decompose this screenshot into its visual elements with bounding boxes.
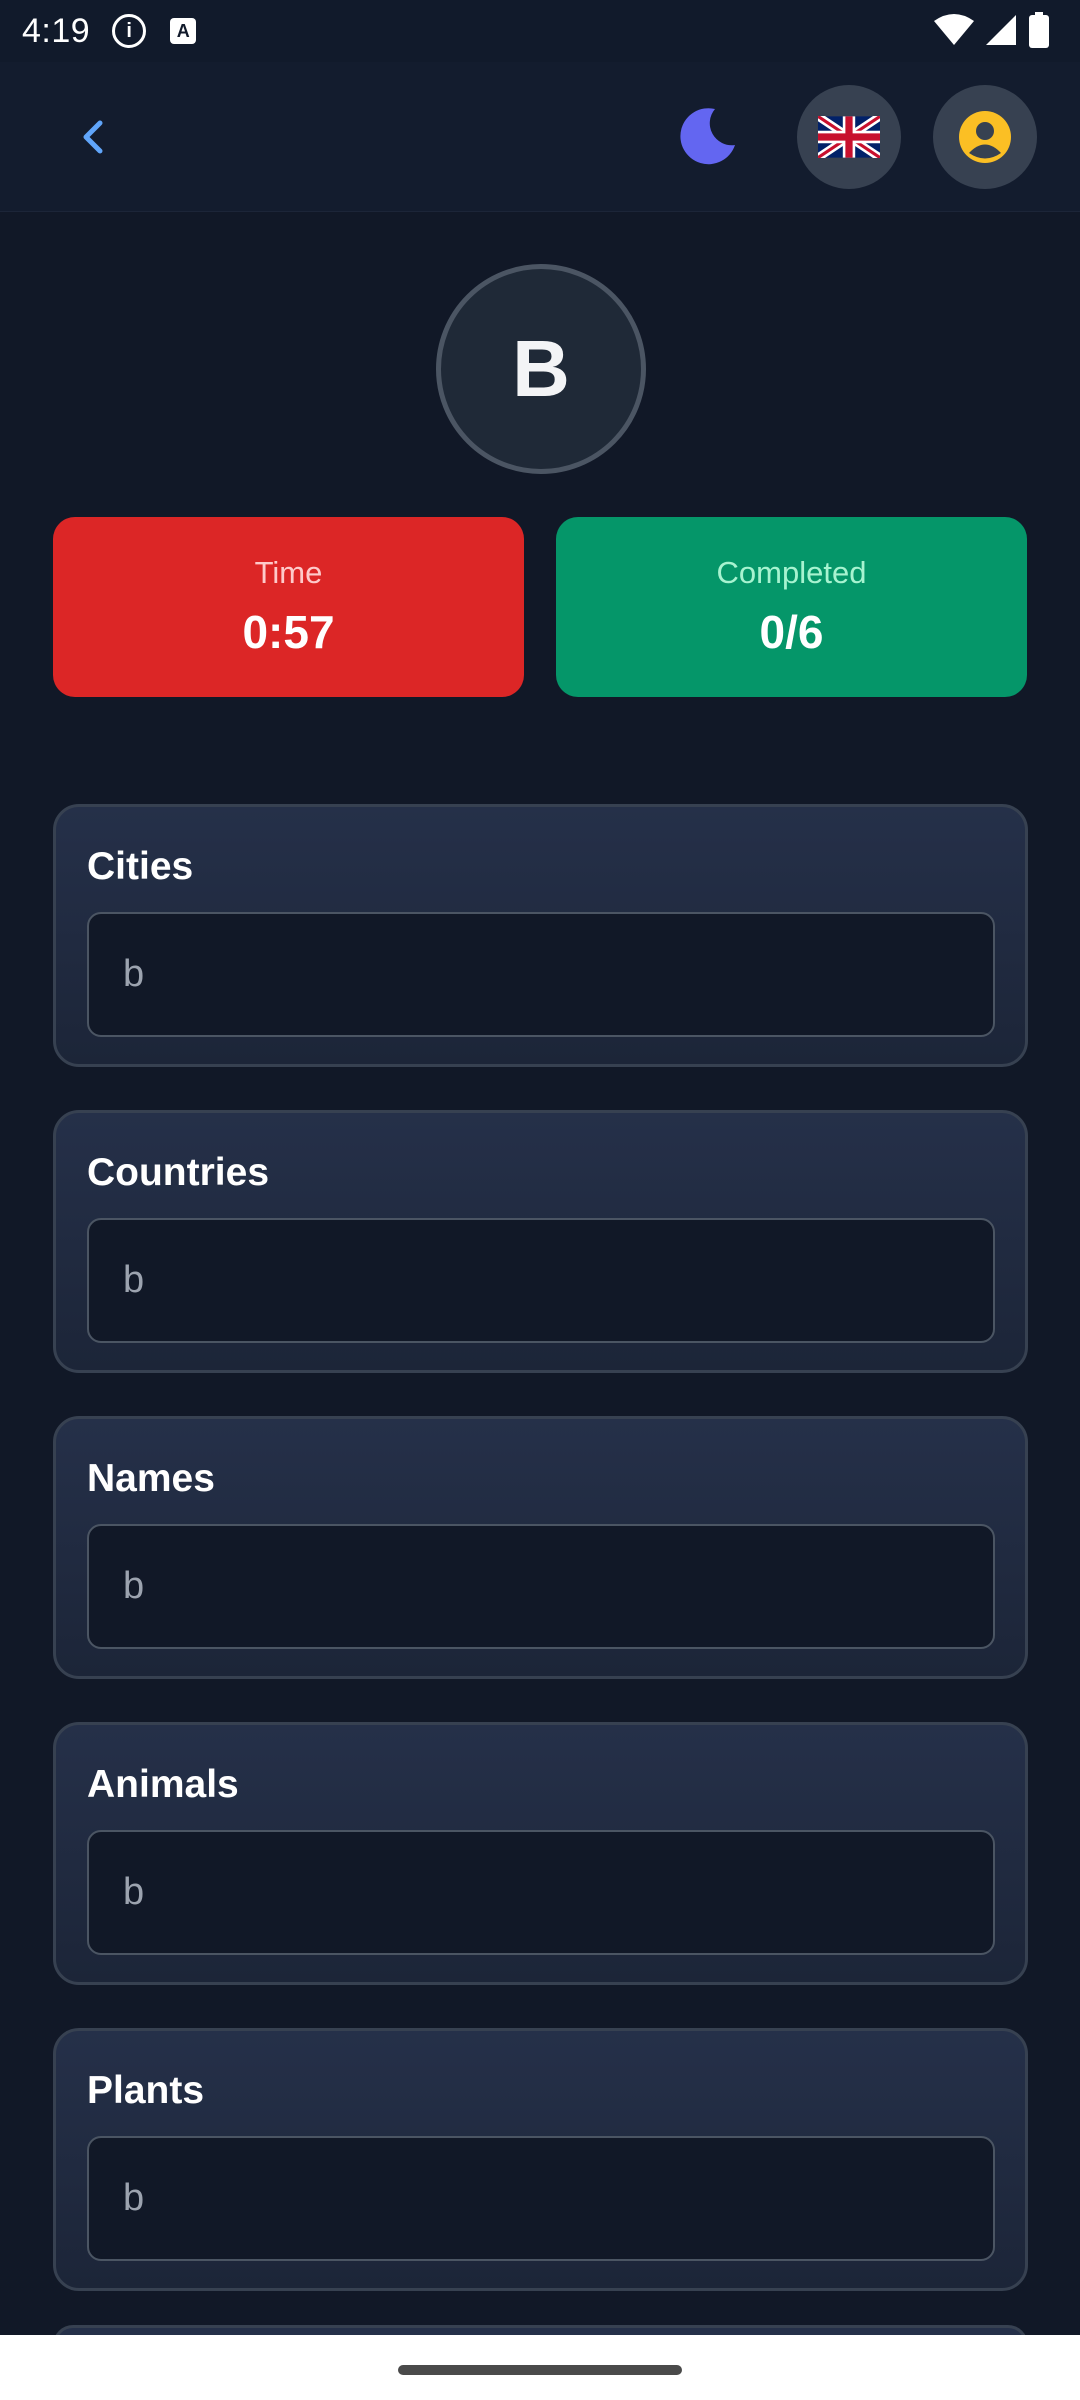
back-button[interactable] bbox=[70, 114, 116, 160]
category-title: Cities bbox=[87, 845, 194, 888]
language-button[interactable] bbox=[797, 85, 901, 189]
chevron-left-icon bbox=[83, 120, 103, 154]
moon-icon bbox=[680, 108, 735, 165]
gesture-handle[interactable] bbox=[398, 2365, 682, 2375]
category-card-plants: Plants bbox=[53, 2028, 1028, 2291]
navigation-bar bbox=[0, 2335, 1080, 2400]
cities-input[interactable] bbox=[87, 912, 995, 1037]
category-card-names: Names bbox=[53, 1416, 1028, 1679]
screen: 4:19 i A B Time 0:57 Completed 0/6 Citie… bbox=[0, 0, 1080, 2400]
category-card-cities: Cities bbox=[53, 804, 1028, 1067]
app-header bbox=[0, 62, 1080, 212]
completed-label: Completed bbox=[716, 555, 867, 590]
signal-icon bbox=[986, 15, 1016, 45]
category-title: Names bbox=[87, 1457, 215, 1500]
category-title: Plants bbox=[87, 2069, 205, 2112]
profile-button[interactable] bbox=[933, 85, 1037, 189]
time-label: Time bbox=[254, 555, 323, 590]
status-icons bbox=[934, 12, 1050, 48]
plants-input[interactable] bbox=[87, 2136, 995, 2261]
status-bar: 4:19 i A bbox=[0, 0, 1080, 62]
time-card: Time 0:57 bbox=[53, 517, 524, 697]
category-card-animals: Animals bbox=[53, 1722, 1028, 1985]
time-value: 0:57 bbox=[242, 606, 335, 658]
category-title: Countries bbox=[87, 1151, 270, 1194]
countries-input[interactable] bbox=[87, 1218, 995, 1343]
a-icon: A bbox=[170, 18, 197, 44]
info-icon: i bbox=[112, 14, 147, 48]
animals-input[interactable] bbox=[87, 1830, 995, 1955]
battery-icon bbox=[1029, 12, 1049, 48]
user-circle-icon bbox=[959, 111, 1011, 163]
status-time: 4:19 bbox=[22, 11, 91, 50]
current-letter: B bbox=[436, 264, 646, 474]
wifi-icon bbox=[934, 14, 974, 45]
completed-value: 0/6 bbox=[759, 606, 824, 658]
theme-toggle-button[interactable] bbox=[672, 102, 742, 172]
uk-flag-icon bbox=[818, 116, 880, 158]
completed-card: Completed 0/6 bbox=[556, 517, 1027, 697]
category-card-countries: Countries bbox=[53, 1110, 1028, 1373]
category-title: Animals bbox=[87, 1763, 239, 1806]
names-input[interactable] bbox=[87, 1524, 995, 1649]
